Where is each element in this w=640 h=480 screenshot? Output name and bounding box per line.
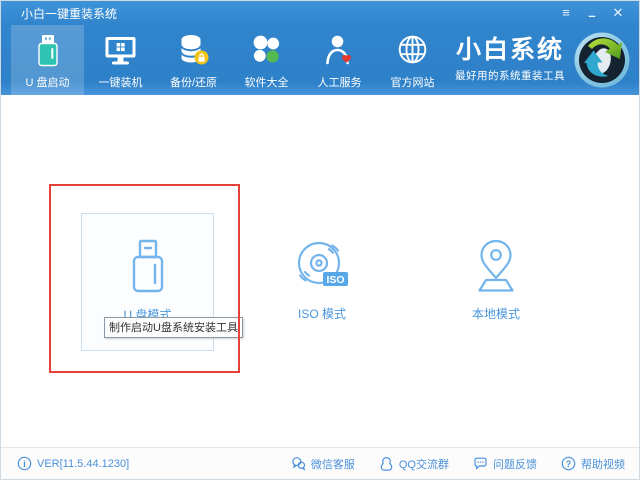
brand-area: 小白系统 最好用的系统重装工具 [455,25,639,95]
refresh-sphere-logo-icon [573,31,631,89]
svg-text:ISO: ISO [326,274,344,286]
main-content: U 盘模式 制作启动U盘系统安装工具 ISO ISO 模式 [1,95,639,449]
location-pin-icon [466,236,526,296]
status-bar: i VER[11.5.44.1230] 微信客服 QQ交流群 [1,447,639,479]
status-link-label: QQ交流群 [399,456,449,472]
version-info: i VER[11.5.44.1230] [17,456,129,471]
globe-website-icon [394,32,431,69]
info-icon: i [17,456,32,471]
software-clover-icon [248,32,285,69]
nav-item-usb-boot[interactable]: U 盘启动 [11,25,84,95]
usb-mode-icon [117,233,179,297]
status-link-label: 问题反馈 [493,456,537,472]
app-window: 小白一键重装系统 ≡ – ✕ U 盘启动 [0,0,640,480]
svg-text:?: ? [566,459,572,469]
mode-card-local[interactable]: 本地模式 [437,236,555,322]
nav-item-official-website[interactable]: 官方网站 [376,25,449,95]
nav-label: 备份/还原 [170,74,217,90]
help-video-icon: ? [561,456,576,471]
usb-mode-tooltip: 制作启动U盘系统安装工具 [104,317,243,338]
mode-card-iso[interactable]: ISO ISO 模式 [263,236,381,322]
brand-name: 小白系统 [455,37,565,63]
main-toolbar: U 盘启动 一键装机 [1,25,639,95]
monitor-install-icon [102,32,139,69]
nav-item-software-collection[interactable]: 软件大全 [230,25,303,95]
feedback-link[interactable]: 问题反馈 [473,456,537,472]
nav-label: 软件大全 [245,74,289,90]
help-video-link[interactable]: ? 帮助视频 [561,456,625,472]
wechat-support-link[interactable]: 微信客服 [291,456,355,472]
wechat-icon [291,456,306,471]
title-bar: 小白一键重装系统 ≡ – ✕ [1,1,639,25]
person-service-icon [321,32,358,69]
window-controls: ≡ – ✕ [555,3,629,23]
version-text: VER[11.5.44.1230] [37,458,129,470]
status-link-label: 微信客服 [311,456,355,472]
status-links: 微信客服 QQ交流群 问题反馈 ? [291,456,625,472]
database-backup-icon [175,32,212,69]
close-button[interactable]: ✕ [607,3,629,23]
svg-text:i: i [23,459,26,469]
minimize-button[interactable]: – [581,3,603,23]
brand-tagline: 最好用的系统重装工具 [455,68,565,83]
status-link-label: 帮助视频 [581,456,625,472]
mode-label-local: 本地模式 [472,305,520,322]
qq-group-link[interactable]: QQ交流群 [379,456,449,472]
feedback-icon [473,456,488,471]
window-title: 小白一键重装系统 [21,5,117,22]
brand-text: 小白系统 最好用的系统重装工具 [455,37,565,82]
nav-label: 官方网站 [391,74,435,90]
qq-icon [379,456,394,471]
nav-label: 人工服务 [318,74,362,90]
nav-label: U 盘启动 [26,74,70,90]
iso-disc-icon: ISO [292,236,352,296]
nav-item-backup-restore[interactable]: 备份/还原 [157,25,230,95]
mode-label-iso: ISO 模式 [298,305,346,322]
nav-label: 一键装机 [99,74,143,90]
usb-drive-icon [29,32,66,69]
menu-button[interactable]: ≡ [555,3,577,23]
nav-item-one-key-install[interactable]: 一键装机 [84,25,157,95]
nav-item-human-service[interactable]: 人工服务 [303,25,376,95]
